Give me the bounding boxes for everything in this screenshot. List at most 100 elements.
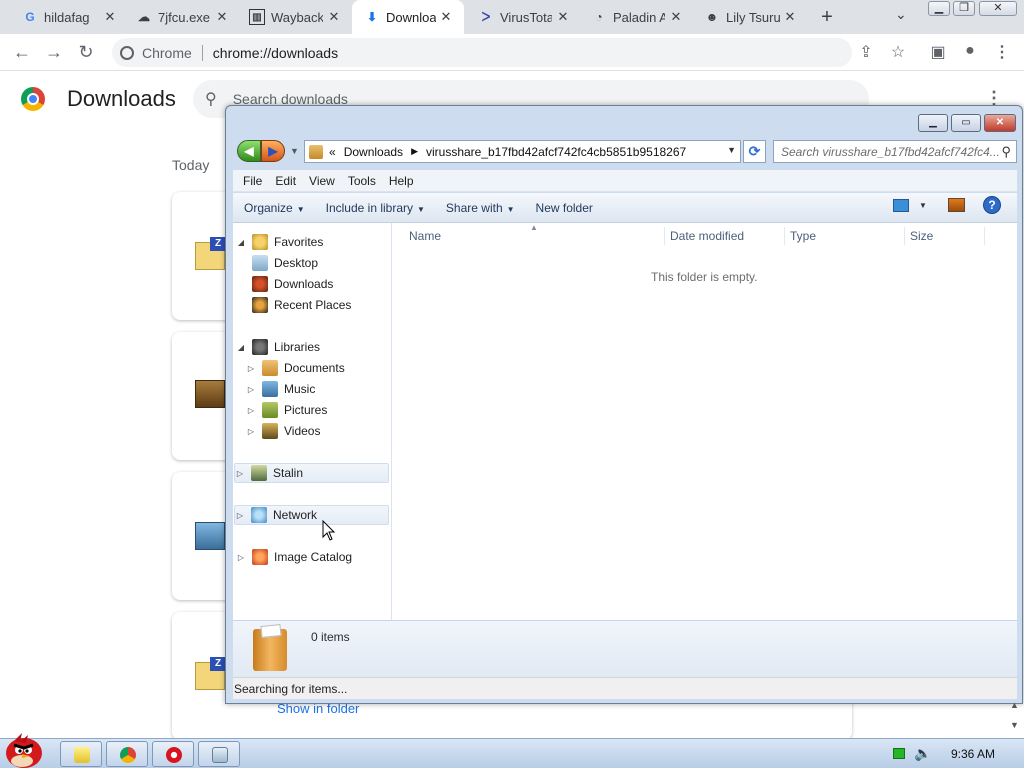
explorer-address-bar[interactable]: « Downloads ▶ virusshare_b17fbd42afcf742… (304, 140, 741, 163)
forward-arrow-icon[interactable]: ▶ (261, 140, 285, 162)
back-arrow-icon[interactable]: ◀ (237, 140, 261, 162)
tab-lily-tsuru[interactable]: ☻ Lily Tsuru ✕ (704, 0, 798, 34)
collapse-arrow-icon[interactable]: ◢ (236, 343, 246, 352)
share-icon[interactable]: ⇪ (856, 42, 876, 62)
nav-item-documents[interactable]: ▷ Documents (246, 358, 345, 378)
tab-wayback[interactable]: ▥ Wayback ✕ (249, 0, 342, 34)
nav-item-recent-places[interactable]: Recent Places (252, 295, 351, 315)
address-overflow-chevron[interactable]: « (329, 145, 336, 159)
address-dropdown-icon[interactable]: ▼ (727, 145, 736, 155)
profile-avatar-icon[interactable]: ● (960, 42, 980, 60)
column-divider[interactable] (984, 227, 985, 245)
expand-arrow-icon[interactable]: ▷ (246, 364, 256, 373)
close-button[interactable]: ✕ (984, 114, 1016, 132)
view-dropdown-icon[interactable]: ▼ (919, 201, 927, 210)
column-header-date-modified[interactable]: Date modified (670, 229, 744, 249)
forward-icon[interactable]: → (44, 42, 64, 63)
clock[interactable]: 9:36 AM (951, 747, 995, 761)
address-bar[interactable]: Chrome chrome://downloads (112, 38, 852, 67)
taskbar-window-button[interactable] (198, 741, 240, 767)
site-label: Chrome (142, 44, 192, 61)
organize-button[interactable]: Organize ▼ (244, 201, 305, 215)
expand-arrow-icon[interactable]: ▷ (246, 385, 256, 394)
tab-virustotal[interactable]: ᐳ VirusTota ✕ (478, 0, 571, 34)
help-icon[interactable]: ? (983, 196, 1001, 214)
close-icon[interactable]: ✕ (438, 9, 454, 25)
nav-item-image-catalog[interactable]: ▷ Image Catalog (236, 547, 352, 567)
wayback-icon: ▥ (249, 9, 265, 25)
nav-item-favorites[interactable]: ◢ Favorites (236, 232, 323, 252)
menu-view[interactable]: View (309, 174, 335, 188)
recent-pages-dropdown-icon[interactable]: ▼ (290, 146, 299, 156)
expand-arrow-icon[interactable]: ▷ (236, 553, 246, 562)
tab-downloads[interactable]: ⬇ Downloa ✕ (352, 0, 464, 34)
expand-arrow-icon[interactable]: ▷ (246, 406, 256, 415)
reload-icon[interactable]: ↻ (76, 42, 96, 63)
breadcrumb-downloads[interactable]: Downloads (344, 145, 403, 159)
scroll-up-arrow-icon[interactable]: ▲ (1010, 700, 1019, 710)
refresh-icon[interactable]: ⟳ (743, 140, 766, 163)
nav-item-music[interactable]: ▷ Music (246, 379, 315, 399)
scroll-down-arrow-icon[interactable]: ▼ (1010, 720, 1019, 730)
column-header-name[interactable]: Name (409, 229, 441, 249)
breadcrumb-current-folder[interactable]: virusshare_b17fbd42afcf742fc4cb5851b9518… (426, 145, 686, 159)
explorer-search-input[interactable]: Search virusshare_b17fbd42afcf742fc4... … (773, 140, 1017, 163)
nav-item-desktop[interactable]: Desktop (252, 253, 318, 273)
back-icon[interactable]: ← (12, 42, 32, 63)
new-folder-button[interactable]: New folder (536, 201, 593, 215)
start-button-angry-bird-icon[interactable] (2, 731, 48, 768)
close-icon[interactable]: ✕ (102, 9, 118, 25)
close-icon[interactable]: ✕ (668, 9, 684, 25)
nav-item-network[interactable]: ▷ Network (234, 505, 389, 525)
maximize-button[interactable]: ▭ (951, 114, 981, 132)
column-divider[interactable] (664, 227, 665, 245)
explorer-title-bar[interactable]: ▁ ▭ ✕ (226, 106, 1022, 136)
tab-hildafag[interactable]: G hildafag ✕ (22, 0, 118, 34)
column-header-type[interactable]: Type (790, 229, 816, 249)
column-divider[interactable] (904, 227, 905, 245)
taskbar-explorer-button[interactable] (60, 741, 102, 767)
page-scrollbar[interactable]: ▲ ▼ (1008, 700, 1022, 736)
expand-arrow-icon[interactable]: ▷ (246, 427, 256, 436)
preview-pane-icon[interactable] (948, 198, 965, 212)
column-divider[interactable] (784, 227, 785, 245)
bookmark-star-icon[interactable]: ☆ (888, 42, 908, 62)
tab-7jfcu[interactable]: ☁ 7jfcu.exe ✕ (136, 0, 230, 34)
collapse-arrow-icon[interactable]: ◢ (236, 238, 246, 247)
breadcrumb-arrow-icon[interactable]: ▶ (411, 146, 418, 157)
change-view-icon[interactable] (893, 199, 909, 212)
nav-item-libraries[interactable]: ◢ Libraries (236, 337, 320, 357)
include-in-library-button[interactable]: Include in library ▼ (326, 201, 425, 215)
close-icon[interactable]: ✕ (782, 9, 798, 25)
side-panel-icon[interactable]: ▣ (928, 42, 948, 62)
menu-help[interactable]: Help (389, 174, 414, 188)
nav-item-stalin[interactable]: ▷ Stalin (234, 463, 389, 483)
taskbar-opera-button[interactable] (152, 741, 194, 767)
close-icon[interactable]: ✕ (326, 9, 342, 25)
close-icon[interactable]: ✕ (214, 9, 230, 25)
volume-icon[interactable]: 🔈 (914, 745, 931, 762)
close-window-button[interactable]: ✕ (979, 1, 1017, 16)
expand-arrow-icon[interactable]: ▷ (235, 469, 245, 478)
menu-dots-icon[interactable]: ⋮ (992, 42, 1012, 62)
network-status-icon[interactable] (893, 748, 905, 759)
restore-window-button[interactable]: ❐ (953, 1, 975, 16)
dropdown-arrow-icon: ▼ (506, 204, 515, 214)
column-header-size[interactable]: Size (910, 229, 933, 249)
tab-paladin[interactable]: ◔ Paladin A ✕ (591, 0, 684, 34)
nav-item-pictures[interactable]: ▷ Pictures (246, 400, 327, 420)
menu-tools[interactable]: Tools (348, 174, 376, 188)
expand-arrow-icon[interactable]: ▷ (235, 511, 245, 520)
close-icon[interactable]: ✕ (555, 9, 571, 25)
taskbar-chrome-button[interactable] (106, 741, 148, 767)
search-icon[interactable]: ⚲ (1001, 144, 1011, 160)
tab-search-chevron-icon[interactable]: ⌄ (895, 6, 907, 23)
menu-file[interactable]: File (243, 174, 262, 188)
minimize-window-button[interactable]: ▁ (928, 1, 950, 16)
new-tab-button[interactable]: + (817, 6, 837, 29)
nav-item-downloads[interactable]: Downloads (252, 274, 333, 294)
minimize-button[interactable]: ▁ (918, 114, 948, 132)
nav-item-videos[interactable]: ▷ Videos (246, 421, 320, 441)
menu-edit[interactable]: Edit (275, 174, 296, 188)
share-with-button[interactable]: Share with ▼ (446, 201, 515, 215)
